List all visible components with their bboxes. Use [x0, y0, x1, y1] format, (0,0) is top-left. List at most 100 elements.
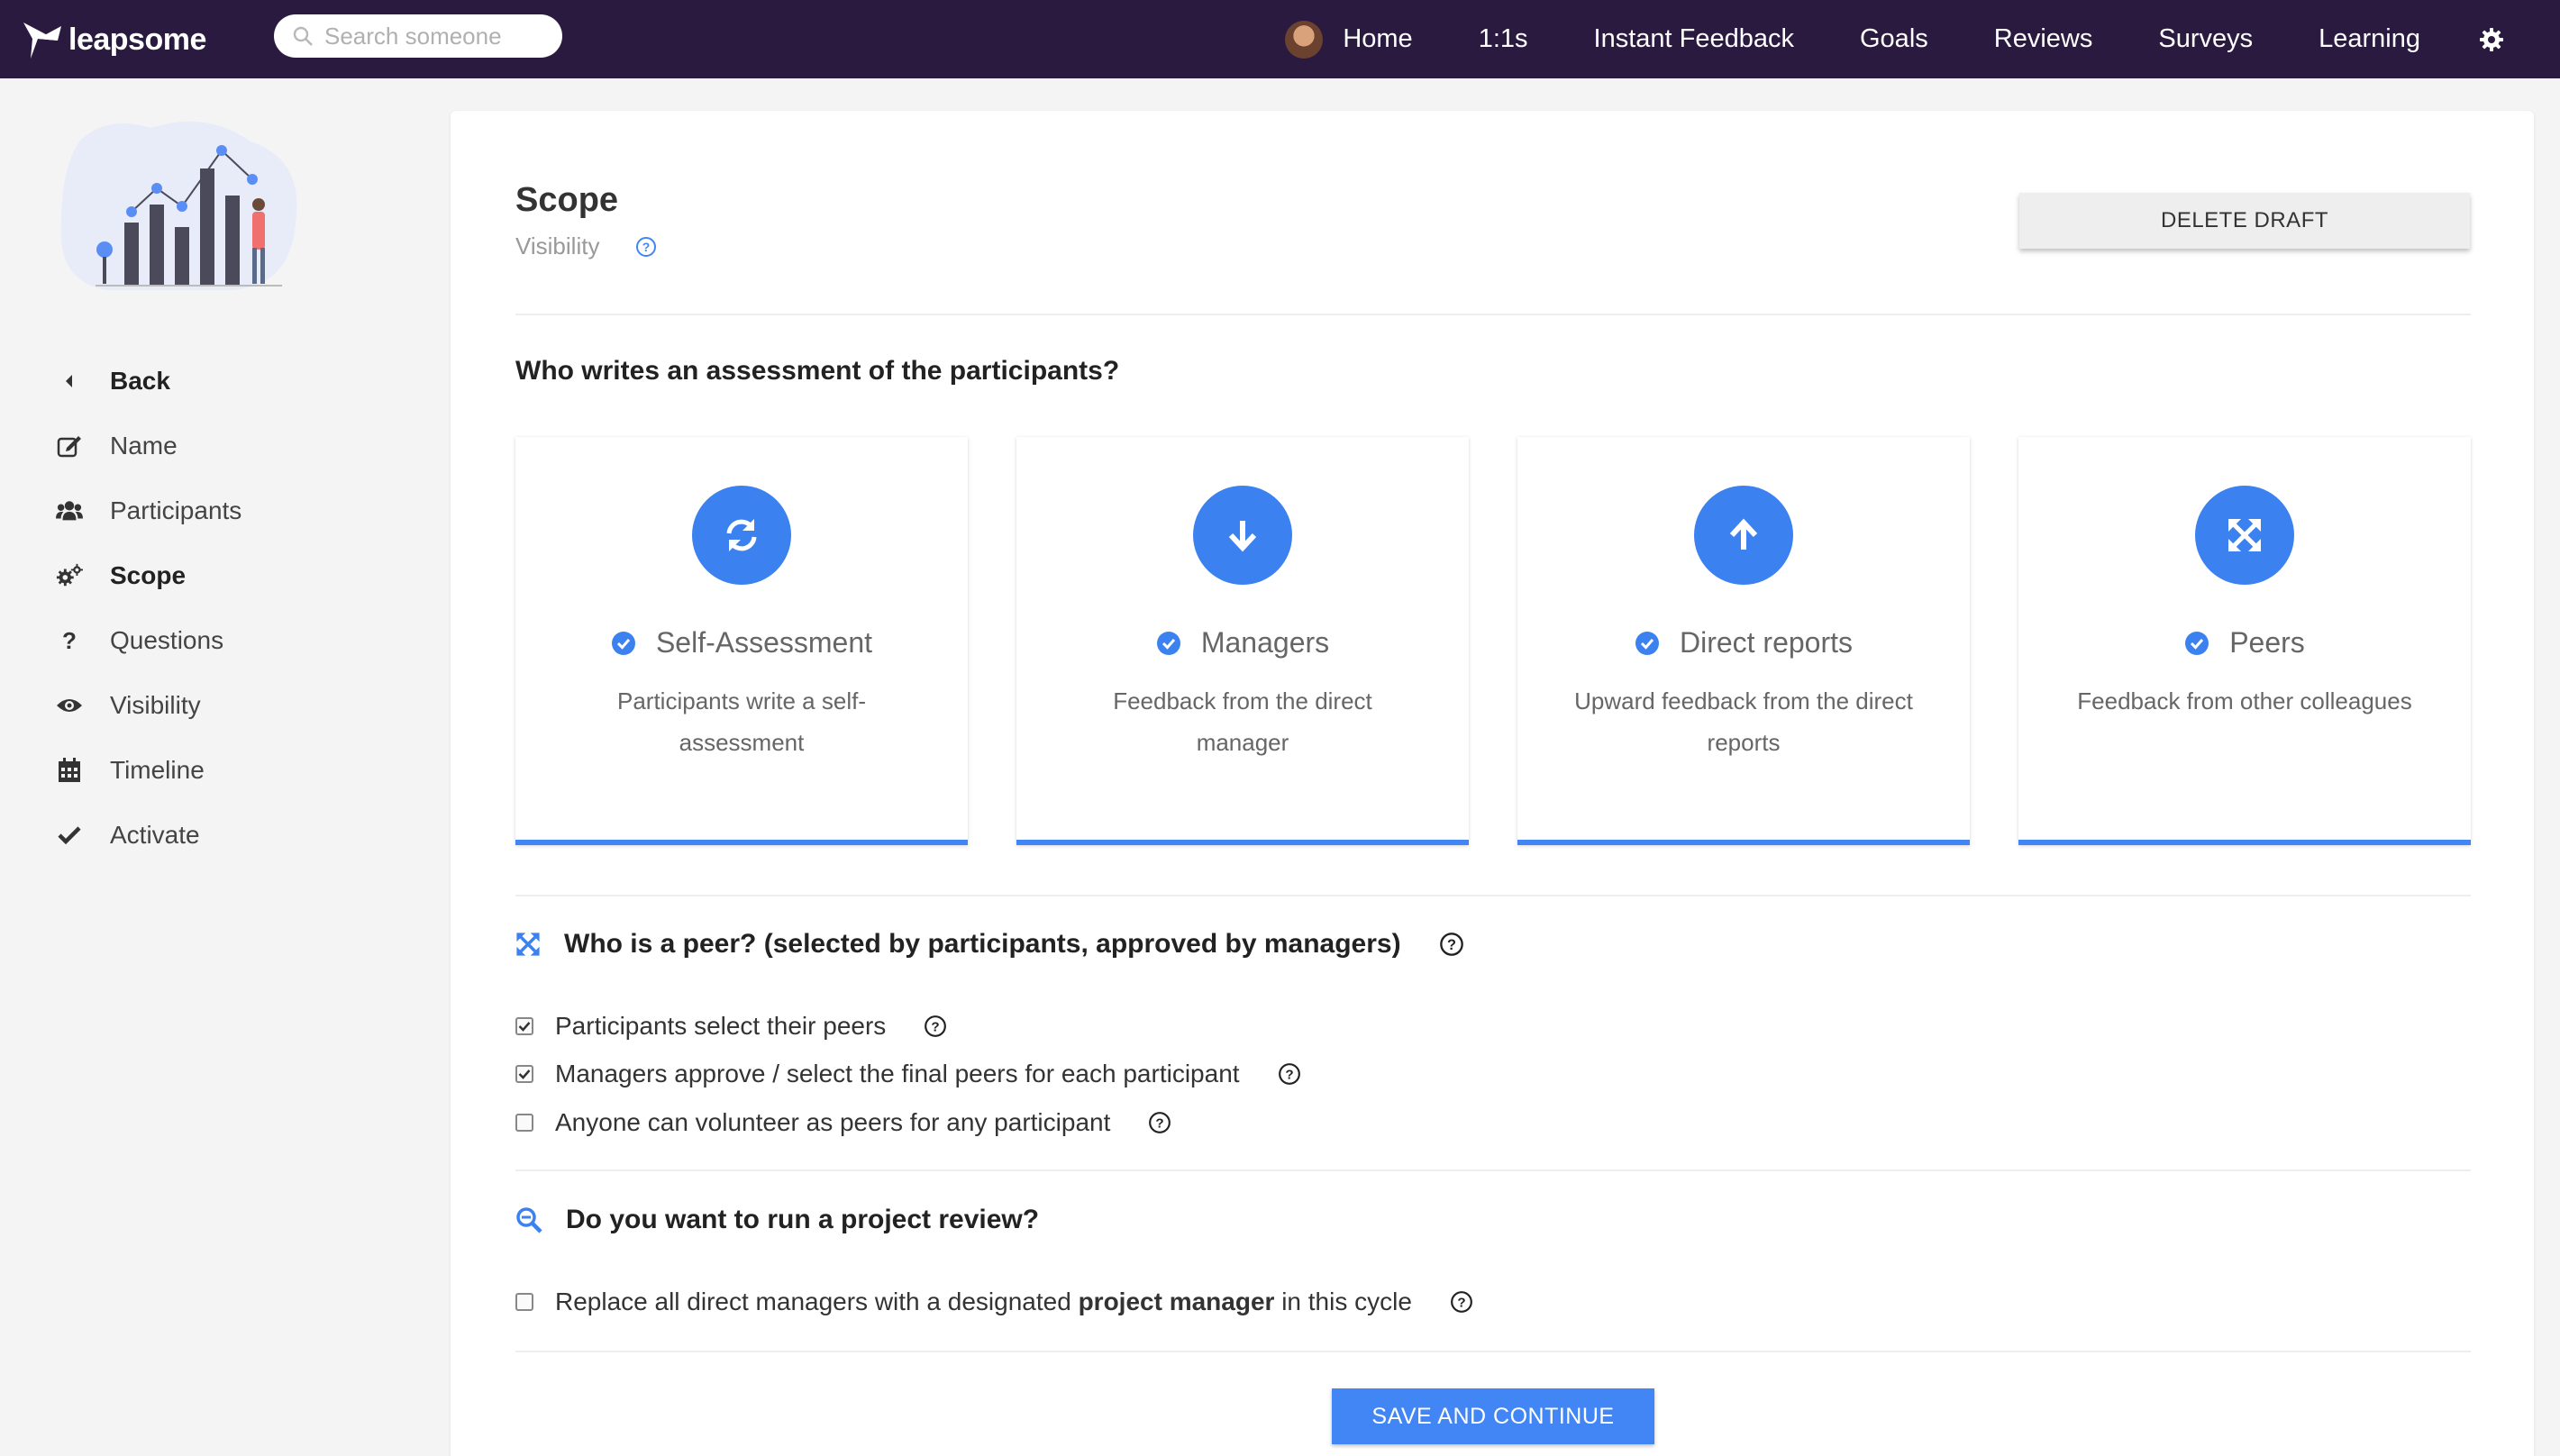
user-avatar[interactable]: [1285, 20, 1324, 59]
page-title: Scope: [515, 181, 619, 219]
sidebar-item-questions[interactable]: ? Questions: [56, 608, 241, 673]
gear-icon[interactable]: [2479, 27, 2504, 52]
divider: [515, 1351, 2471, 1352]
section-title-text: Do you want to run a project review?: [566, 1205, 1040, 1234]
search-plus-icon: [515, 1206, 542, 1233]
nav-surveys[interactable]: Surveys: [2158, 24, 2253, 54]
nav-goals[interactable]: Goals: [1860, 24, 1928, 54]
calendar-icon: [56, 757, 83, 784]
svg-text:?: ?: [1285, 1067, 1293, 1082]
check-circle-icon: [611, 631, 636, 656]
check-circle-icon: [1635, 631, 1660, 656]
sidebar-item-timeline[interactable]: Timeline: [56, 738, 241, 803]
assessment-section-title: Who writes an assessment of the particip…: [515, 356, 1120, 386]
caret-left-icon: [56, 368, 83, 395]
svg-text:?: ?: [1457, 1295, 1465, 1310]
option-label: Managers approve / select the final peer…: [555, 1060, 1240, 1087]
check-circle-icon: [1156, 631, 1181, 656]
type-card-managers[interactable]: Managers Feedback from the direct manage…: [1016, 437, 1469, 845]
main-nav: Home 1:1s Instant Feedback Goals Reviews…: [1285, 0, 2560, 78]
help-icon[interactable]: ?: [1278, 1062, 1301, 1086]
type-label: Peers: [2229, 626, 2305, 659]
type-label: Self-Assessment: [655, 626, 873, 659]
scope-form-card: Scope Visibility ? DELETE DRAFT Who writ…: [451, 111, 2534, 1456]
sidebar-item-label: Back: [110, 367, 170, 395]
sidebar-item-label: Participants: [110, 496, 242, 524]
check-circle-icon: [2184, 631, 2209, 656]
delete-draft-button[interactable]: DELETE DRAFT: [2019, 193, 2470, 249]
checkbox-checked[interactable]: [515, 1017, 533, 1035]
sidebar-item-label: Questions: [110, 626, 224, 654]
edit-icon: [56, 432, 83, 460]
question-icon: ?: [62, 626, 77, 654]
checkbox-unchecked[interactable]: [515, 1293, 533, 1311]
save-and-continue-button[interactable]: SAVE AND CONTINUE: [1332, 1388, 1654, 1444]
sidebar-item-label: Visibility: [110, 691, 201, 719]
arrow-down-icon: [1193, 486, 1292, 585]
help-icon[interactable]: ?: [635, 236, 657, 258]
page-subtitle: Visibility ?: [515, 232, 657, 260]
peer-option-anyone-volunteer: Anyone can volunteer as peers for any pa…: [515, 1108, 1171, 1137]
sidebar-item-label: Name: [110, 432, 178, 460]
peers-section-title: Who is a peer? (selected by participants…: [515, 929, 1464, 960]
project-manager-option: Replace all direct managers with a desig…: [515, 1288, 1473, 1316]
leapsome-logo[interactable]: leapsome: [22, 16, 206, 63]
nav-one-on-ones[interactable]: 1:1s: [1479, 24, 1528, 54]
option-text-pre: Replace all direct managers with a desig…: [555, 1288, 1079, 1315]
option-label: Replace all direct managers with a desig…: [555, 1288, 1412, 1316]
type-card-peers[interactable]: Peers Feedback from other colleagues: [2018, 437, 2471, 845]
sidebar-item-back[interactable]: Back: [56, 349, 241, 414]
option-text-bold: project manager: [1078, 1288, 1275, 1315]
top-navbar: leapsome Search someone Home 1:1s Instan…: [0, 0, 2560, 78]
peer-option-participants-select: Participants select their peers ?: [515, 1012, 947, 1041]
svg-text:?: ?: [1156, 1115, 1164, 1131]
sidebar-item-label: Timeline: [110, 756, 205, 784]
nav-learning[interactable]: Learning: [2319, 24, 2420, 54]
refresh-icon: [692, 486, 791, 585]
help-icon[interactable]: ?: [1439, 932, 1464, 957]
checkbox-checked[interactable]: [515, 1065, 533, 1083]
expand-icon: [2195, 486, 2294, 585]
type-description: Participants write a self-assessment: [617, 687, 866, 756]
peer-option-managers-approve: Managers approve / select the final peer…: [515, 1060, 1301, 1088]
help-icon[interactable]: ?: [1450, 1290, 1473, 1314]
search-icon: [293, 26, 313, 46]
sidebar-item-participants[interactable]: Participants: [56, 478, 241, 543]
gears-icon: [56, 562, 83, 589]
sidebar-item-label: Activate: [110, 821, 200, 849]
nav-instant-feedback[interactable]: Instant Feedback: [1594, 24, 1794, 54]
sidebar-item-scope[interactable]: Scope: [56, 543, 241, 608]
type-description: Feedback from the direct manager: [1113, 687, 1372, 756]
sidebar: Back Name Participants Scope ? Questions…: [0, 78, 449, 1456]
visibility-link[interactable]: Visibility: [515, 232, 599, 260]
type-card-direct-reports[interactable]: Direct reports Upward feedback from the …: [1517, 437, 1970, 845]
type-label: Managers: [1200, 626, 1330, 659]
svg-text:?: ?: [642, 240, 651, 254]
help-icon[interactable]: ?: [924, 1015, 947, 1038]
search-input[interactable]: Search someone: [274, 14, 562, 58]
nav-reviews[interactable]: Reviews: [1994, 24, 2093, 54]
divider: [515, 895, 2471, 896]
svg-text:?: ?: [932, 1019, 940, 1034]
sidebar-item-activate[interactable]: Activate: [56, 803, 241, 868]
option-label: Participants select their peers: [555, 1012, 887, 1040]
sidebar-item-name[interactable]: Name: [56, 414, 241, 478]
users-icon: [56, 497, 83, 524]
sidebar-item-label: Scope: [110, 561, 187, 589]
check-icon: [56, 822, 83, 849]
analytics-illustration: [60, 121, 297, 290]
section-title-text: Who is a peer? (selected by participants…: [564, 929, 1401, 959]
checkbox-unchecked[interactable]: [515, 1114, 533, 1132]
sidebar-item-visibility[interactable]: Visibility: [56, 673, 241, 738]
divider: [515, 314, 2471, 315]
svg-text:?: ?: [1447, 937, 1456, 953]
nav-home[interactable]: Home: [1343, 24, 1412, 54]
type-card-self-assessment[interactable]: Self-Assessment Participants write a sel…: [515, 437, 968, 845]
type-description: Feedback from other colleagues: [2077, 687, 2412, 714]
type-name: Peers: [2018, 626, 2471, 660]
search-placeholder: Search someone: [324, 22, 502, 50]
option-label: Anyone can volunteer as peers for any pa…: [555, 1108, 1111, 1136]
help-icon[interactable]: ?: [1148, 1111, 1171, 1134]
type-name: Self-Assessment: [515, 626, 968, 660]
project-section-title: Do you want to run a project review?: [515, 1205, 1039, 1235]
